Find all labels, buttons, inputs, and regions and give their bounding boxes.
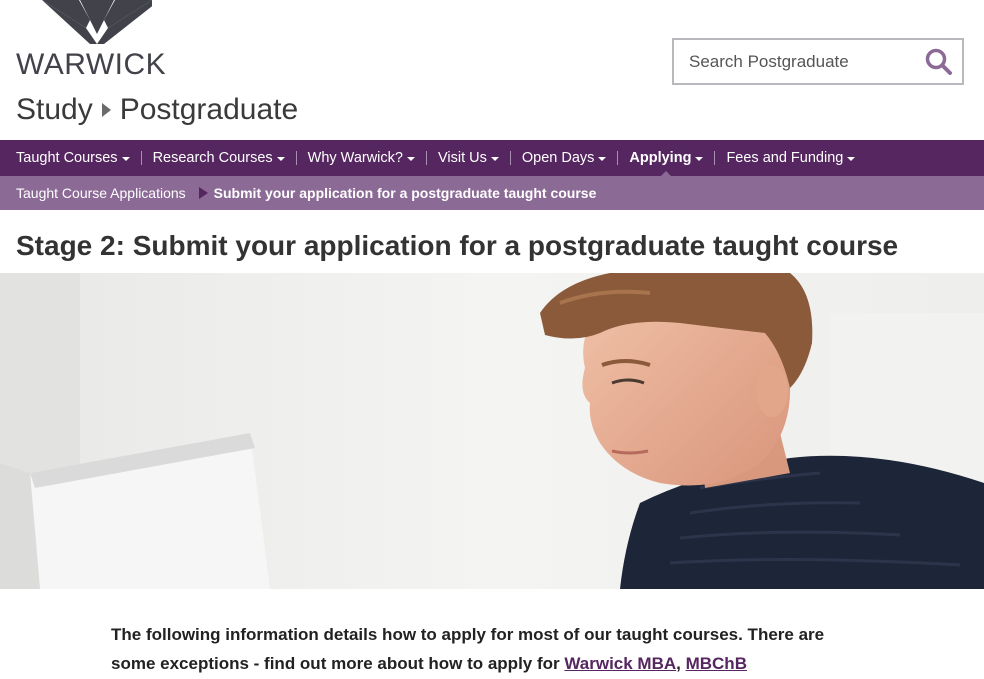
warwick-logo-mark-icon bbox=[42, 0, 152, 44]
nav-open-days[interactable]: Open Days bbox=[522, 140, 607, 176]
search-icon[interactable] bbox=[924, 47, 954, 77]
caret-down-icon bbox=[276, 157, 285, 161]
intro-separator: , bbox=[676, 654, 686, 673]
caret-down-icon bbox=[406, 157, 415, 161]
nav-divider bbox=[425, 151, 427, 165]
nav-divider bbox=[617, 151, 619, 165]
nav-label: Taught Courses bbox=[16, 150, 118, 166]
intro-paragraph: The following information details how to… bbox=[111, 620, 871, 678]
nav-fees-and-funding[interactable]: Fees and Funding bbox=[726, 140, 856, 176]
caret-down-icon bbox=[695, 157, 704, 161]
site-breadcrumb: Study Postgraduate bbox=[16, 93, 298, 127]
nav-research-courses[interactable]: Research Courses bbox=[153, 140, 285, 176]
caret-down-icon bbox=[490, 157, 499, 161]
hero-photo-student-at-laptop bbox=[0, 273, 984, 589]
nav-divider bbox=[714, 151, 716, 165]
nav-visit-us[interactable]: Visit Us bbox=[438, 140, 499, 176]
sub-navigation: Taught Course Applications Submit your a… bbox=[0, 176, 984, 210]
nav-divider bbox=[140, 151, 142, 165]
caret-down-icon bbox=[598, 157, 607, 161]
nav-label: Research Courses bbox=[152, 150, 273, 166]
warwick-logo[interactable]: WARWICK bbox=[16, 0, 166, 81]
mbchb-link[interactable]: MBChB bbox=[686, 654, 747, 673]
page-title: Stage 2: Submit your application for a p… bbox=[16, 230, 899, 261]
warwick-mba-link[interactable]: Warwick MBA bbox=[564, 654, 676, 673]
caret-down-icon bbox=[121, 157, 130, 161]
search-box bbox=[672, 38, 964, 85]
nav-label: Visit Us bbox=[437, 150, 487, 166]
nav-applying[interactable]: Applying bbox=[629, 140, 704, 177]
breadcrumb-current[interactable]: Postgraduate bbox=[120, 93, 298, 127]
main-navigation: Taught Courses Research Courses Why Warw… bbox=[0, 140, 984, 177]
nav-divider bbox=[295, 151, 297, 165]
subnav-arrow-icon bbox=[198, 187, 208, 199]
breadcrumb-arrow-icon bbox=[101, 103, 111, 117]
nav-why-warwick[interactable]: Why Warwick? bbox=[308, 140, 415, 176]
site-header: WARWICK Study Postgraduate bbox=[0, 0, 984, 140]
hero-image bbox=[0, 273, 984, 589]
caret-down-icon bbox=[847, 157, 856, 161]
nav-label: Applying bbox=[629, 150, 692, 166]
logo-text: WARWICK bbox=[16, 48, 167, 81]
nav-label: Open Days bbox=[521, 150, 595, 166]
breadcrumb-study-link[interactable]: Study bbox=[16, 93, 93, 127]
subnav-taught-course-applications[interactable]: Taught Course Applications bbox=[16, 185, 186, 201]
nav-divider bbox=[509, 151, 511, 165]
search-input[interactable] bbox=[674, 40, 914, 83]
nav-taught-courses[interactable]: Taught Courses bbox=[16, 140, 130, 176]
nav-label: Fees and Funding bbox=[726, 150, 844, 166]
nav-label: Why Warwick? bbox=[307, 150, 403, 166]
subnav-current-page[interactable]: Submit your application for a postgradua… bbox=[214, 185, 597, 201]
